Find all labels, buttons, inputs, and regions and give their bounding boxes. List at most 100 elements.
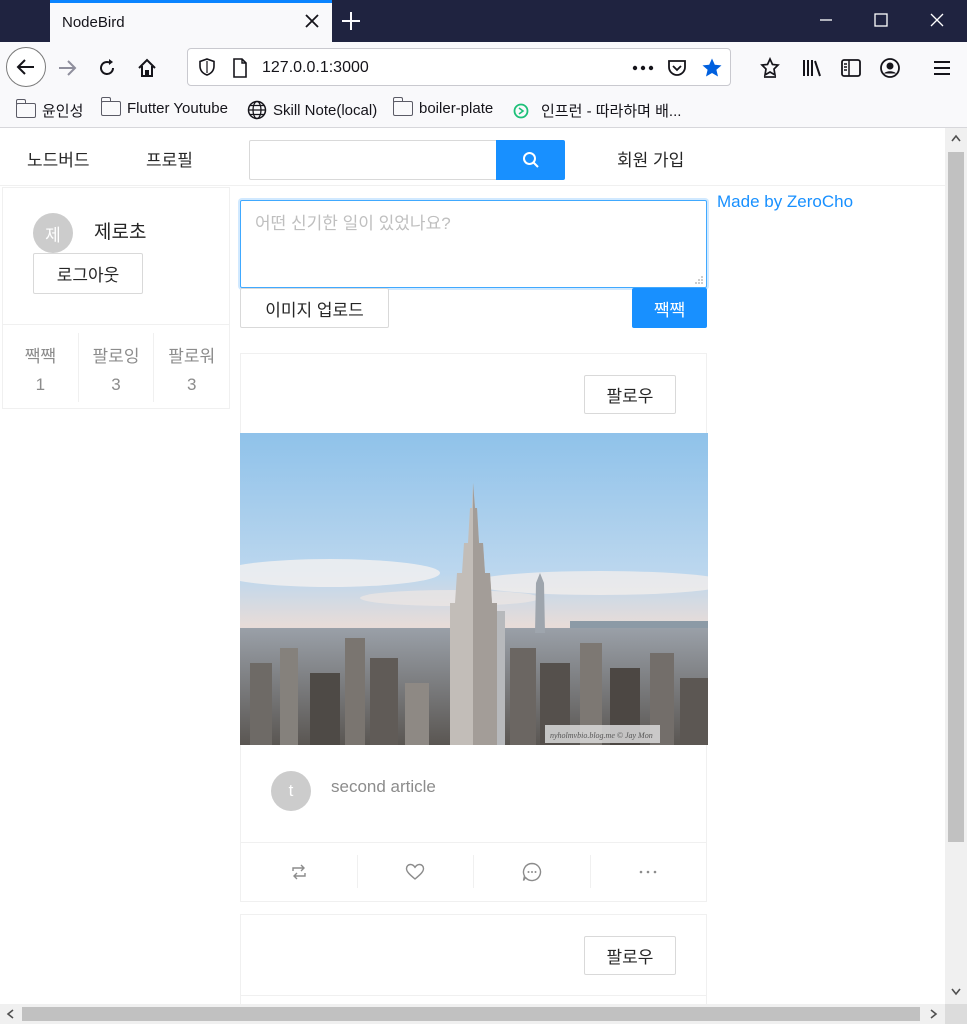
- new-tab-icon[interactable]: [340, 10, 362, 32]
- maximize-icon[interactable]: [871, 10, 891, 30]
- pocket-icon[interactable]: [667, 58, 687, 78]
- horizontal-scrollbar[interactable]: [0, 1004, 945, 1024]
- url-text: 127.0.0.1:3000: [262, 59, 369, 76]
- stat-tweets[interactable]: 짹짹 1: [3, 333, 79, 402]
- post-image[interactable]: nyholmvbio.blog.me © Jay Mon: [240, 433, 708, 745]
- collections-button[interactable]: [752, 50, 788, 86]
- close-tab-icon[interactable]: [304, 13, 320, 29]
- horizontal-scroll-thumb[interactable]: [22, 1007, 920, 1021]
- bookmarks-toolbar: 윤인성 Flutter Youtube Skill Note(local) bo…: [0, 94, 967, 128]
- made-by-link[interactable]: Made by ZeroCho: [717, 192, 853, 212]
- stat-followings[interactable]: 팔로잉 3: [79, 333, 155, 402]
- message-icon: [522, 862, 541, 881]
- more-button[interactable]: [591, 855, 707, 888]
- image-watermark: nyholmvbio.blog.me © Jay Mon: [550, 731, 653, 740]
- library-button[interactable]: [794, 50, 830, 86]
- city-skyline-image: nyholmvbio.blog.me © Jay Mon: [240, 433, 708, 745]
- tab-title: NodeBird: [62, 14, 125, 31]
- submit-post-button[interactable]: 짹짹: [632, 288, 707, 328]
- minimize-icon[interactable]: [816, 10, 836, 30]
- navigation-toolbar: 127.0.0.1:3000: [0, 42, 967, 94]
- sidebar-button[interactable]: [833, 50, 869, 86]
- follow-button[interactable]: 팔로우: [584, 936, 676, 975]
- bookmark-label: Flutter Youtube: [127, 100, 228, 117]
- bookmark-label: boiler-plate: [419, 100, 494, 117]
- page-actions-icon[interactable]: [632, 65, 654, 71]
- retweet-button[interactable]: [241, 855, 358, 888]
- bookmark-item[interactable]: 윤인성: [15, 99, 84, 121]
- post-author-avatar[interactable]: t: [271, 771, 311, 811]
- inflearn-icon: [513, 103, 529, 118]
- bookmark-item[interactable]: Flutter Youtube: [100, 97, 228, 117]
- menu-button[interactable]: [924, 50, 960, 86]
- home-button[interactable]: [129, 50, 165, 86]
- post-content: second article: [331, 777, 436, 796]
- stat-label: 팔로잉: [92, 347, 140, 366]
- search-input[interactable]: [249, 140, 497, 180]
- close-window-icon[interactable]: [927, 10, 947, 30]
- bookmark-item[interactable]: Skill Note(local): [247, 100, 377, 120]
- folder-icon: [100, 97, 121, 116]
- bookmark-item[interactable]: boiler-plate: [392, 97, 494, 117]
- sidebar-icon: [841, 59, 861, 77]
- star-list-icon: [760, 57, 780, 78]
- stat-value: 1: [35, 375, 46, 394]
- reload-button[interactable]: [89, 50, 125, 86]
- stat-value: 3: [111, 375, 121, 394]
- page-icon[interactable]: [232, 58, 248, 78]
- bookmark-item[interactable]: 인프런 - 따라하며 배...: [513, 100, 681, 121]
- title-bar: NodeBird: [0, 0, 967, 42]
- home-icon: [138, 58, 156, 77]
- top-menu: 노드버드 프로필 회원 가입: [0, 128, 945, 186]
- post-divider: [241, 995, 706, 996]
- vertical-scrollbar[interactable]: [945, 128, 967, 1004]
- forward-arrow-icon: [59, 60, 77, 76]
- library-icon: [803, 60, 821, 77]
- reload-icon: [100, 59, 114, 75]
- retweet-icon: [292, 864, 306, 879]
- back-button[interactable]: [6, 47, 46, 87]
- user-nickname: 제로초: [94, 222, 147, 243]
- shield-icon[interactable]: [198, 58, 216, 76]
- scroll-left-icon[interactable]: [6, 1009, 14, 1019]
- avatar: 제: [33, 213, 73, 253]
- post-card: 팔로우: [240, 914, 707, 1004]
- browser-tab[interactable]: NodeBird: [50, 0, 332, 42]
- vertical-scroll-thumb[interactable]: [948, 152, 964, 842]
- comment-button[interactable]: [474, 855, 591, 888]
- logout-button[interactable]: 로그아웃: [33, 253, 143, 294]
- stat-followers[interactable]: 팔로워 3: [154, 333, 229, 402]
- scrollbar-corner: [945, 1004, 967, 1024]
- follow-button[interactable]: 팔로우: [584, 375, 676, 414]
- resize-handle-icon[interactable]: [695, 276, 703, 284]
- menu-item-signup[interactable]: 회원 가입: [617, 146, 684, 171]
- globe-icon: [247, 100, 267, 120]
- scroll-up-icon[interactable]: [951, 134, 961, 142]
- user-profile-card: 제 제로초 로그아웃 짹짹 1 팔로잉 3 팔로워 3: [2, 187, 230, 409]
- bookmark-label: 인프런 - 따라하며 배...: [541, 103, 682, 120]
- post-card: 팔로우: [240, 353, 708, 902]
- bookmark-star-icon[interactable]: [701, 57, 723, 79]
- scroll-right-icon[interactable]: [930, 1009, 938, 1019]
- scroll-down-icon[interactable]: [951, 988, 961, 996]
- address-bar[interactable]: 127.0.0.1:3000: [187, 48, 731, 86]
- like-button[interactable]: [358, 855, 474, 888]
- hamburger-icon: [934, 61, 950, 75]
- search-icon: [522, 152, 539, 168]
- post-textarea[interactable]: 어떤 신기한 일이 있었나요?: [240, 200, 707, 288]
- web-page: 노드버드 프로필 회원 가입 제 제로초 로그아웃 짹짹 1 팔로잉 3 팔로워…: [0, 128, 945, 1004]
- menu-item-profile[interactable]: 프로필: [146, 146, 193, 171]
- search-button[interactable]: [496, 140, 565, 180]
- folder-icon: [392, 97, 413, 116]
- heart-icon: [406, 863, 425, 880]
- menu-item-home[interactable]: 노드버드: [27, 146, 90, 171]
- bookmark-label: 윤인성: [42, 103, 84, 120]
- post-actions: [241, 842, 706, 900]
- ellipsis-icon: [639, 870, 657, 873]
- bookmark-label: Skill Note(local): [273, 101, 378, 119]
- image-upload-button[interactable]: 이미지 업로드: [240, 288, 389, 328]
- account-button[interactable]: [872, 50, 908, 86]
- forward-button[interactable]: [49, 50, 85, 86]
- stat-label: 팔로워: [168, 347, 216, 366]
- back-arrow-icon: [16, 59, 34, 75]
